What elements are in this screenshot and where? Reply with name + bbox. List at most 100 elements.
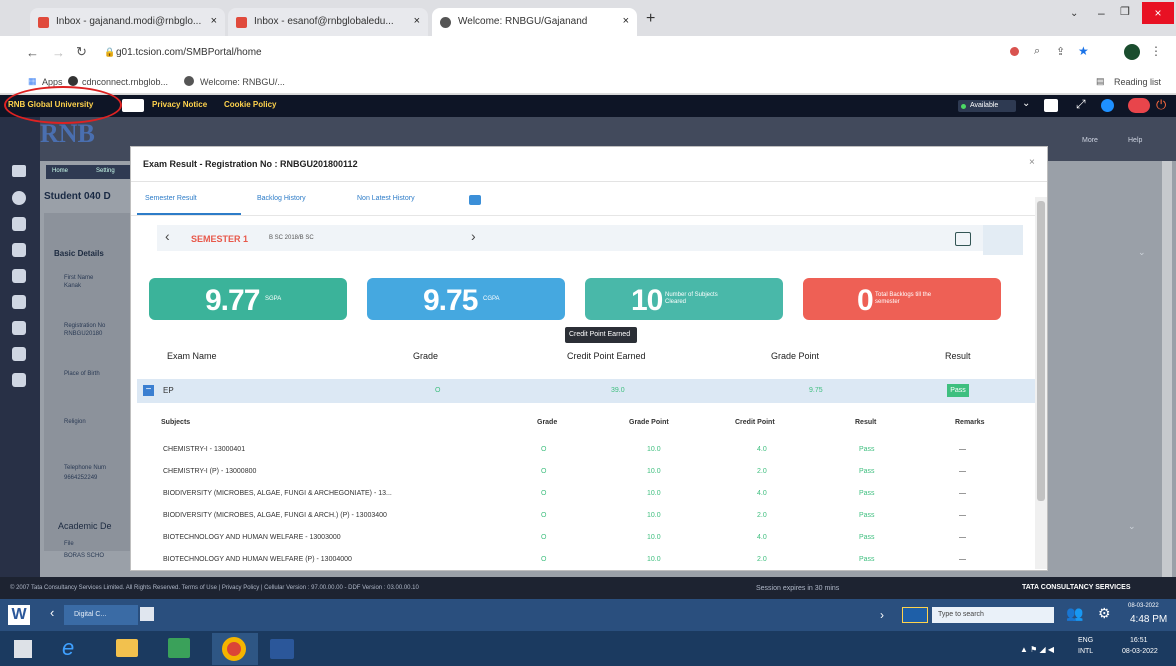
chrome-icon[interactable] (222, 637, 246, 661)
page-scrollbar[interactable] (1162, 161, 1172, 577)
help-menu[interactable]: Help (1128, 137, 1142, 144)
browser-tab[interactable]: Inbox - esanof@rnbglobaledu... × (228, 8, 428, 36)
table-row: BIOTECHNOLOGY AND HUMAN WELFARE - 130030… (131, 527, 1035, 549)
close-window-button[interactable]: × (1142, 2, 1174, 24)
people-icon[interactable]: 👥 (1066, 605, 1083, 622)
user-card-icon[interactable] (122, 99, 144, 112)
col-exam-name[interactable]: Exam Name (167, 351, 217, 361)
privacy-link[interactable]: Privacy Notice (152, 100, 207, 109)
subject-name: BIODIVERSITY (MICROBES, ALGAE, FUNGI & A… (163, 512, 387, 519)
share-icon[interactable]: ⇪ (1056, 45, 1065, 58)
restore-button[interactable]: ❐ (1120, 5, 1130, 18)
col-grade[interactable]: Grade (413, 351, 438, 361)
breadcrumb-home[interactable]: Home (52, 168, 68, 174)
scrollbar-thumb[interactable] (1037, 201, 1045, 501)
back-icon[interactable]: ← (26, 45, 39, 60)
close-icon[interactable]: × (1029, 157, 1035, 168)
settings-icon[interactable]: ⚙ (1098, 605, 1111, 622)
app-icon[interactable] (140, 607, 154, 621)
print-icon[interactable] (955, 232, 971, 246)
word-icon[interactable] (270, 639, 294, 659)
new-tab-button[interactable]: + (646, 10, 655, 28)
ie-icon[interactable]: e (62, 635, 74, 661)
subject-remarks: — (959, 534, 966, 541)
extension-icon[interactable] (1010, 47, 1019, 56)
chart-icon[interactable] (12, 269, 26, 283)
browser-tab[interactable]: Inbox - gajanand.modi@rnbglo... × (30, 8, 225, 36)
exam-row[interactable]: − EP O 39.0 9.75 Pass (137, 379, 1035, 403)
tab-backlog-history[interactable]: Backlog History (257, 195, 306, 202)
modal-scrollbar[interactable] (1035, 197, 1047, 569)
bookmark-link[interactable]: cdnconnect.rnbglob... (82, 77, 168, 87)
reload-icon[interactable]: ↻ (76, 44, 87, 60)
subject-credit-point: 4.0 (757, 446, 767, 453)
lang-label[interactable]: ENG (1078, 637, 1093, 644)
settings-icon[interactable] (12, 373, 26, 387)
kebab-menu-icon[interactable]: ⋮ (1150, 44, 1162, 58)
subject-result: Pass (859, 556, 875, 563)
bookmark-star-icon[interactable]: ★ (1078, 44, 1089, 58)
edit-icon[interactable] (469, 195, 481, 205)
tray-icons[interactable]: ▲ ⚑ ◢ ◀ (1020, 645, 1054, 654)
reading-list-link[interactable]: Reading list (1114, 77, 1161, 87)
url-text[interactable]: g01.tcsion.com/SMBPortal/home (116, 47, 262, 58)
chevron-down-icon[interactable]: ⌄ (1138, 247, 1146, 258)
home-icon[interactable] (12, 165, 26, 177)
next-semester-icon[interactable]: › (471, 228, 476, 244)
profile-avatar[interactable] (1124, 44, 1140, 60)
bookmark-link[interactable]: Welcome: RNBGU/... (200, 77, 285, 87)
help-icon[interactable] (1101, 99, 1114, 112)
user-icon[interactable] (12, 191, 26, 205)
next-icon[interactable]: › (880, 608, 884, 622)
sgpa-card: 9.77 SGPA (149, 278, 347, 320)
taskbar-time: 4:48 PM (1130, 614, 1168, 625)
lang-label-2[interactable]: INTL (1078, 648, 1093, 655)
more-menu[interactable]: More (1082, 137, 1098, 144)
app-header-bar: RNB Global University Privacy Notice Coo… (0, 95, 1176, 117)
chart-icon[interactable] (12, 321, 26, 335)
notifications-icon[interactable] (1128, 98, 1150, 113)
folder-icon[interactable] (116, 639, 138, 657)
collapse-icon[interactable]: − (143, 385, 154, 396)
taskbar-search-input[interactable]: Type to search (932, 607, 1054, 623)
power-icon[interactable]: ⏻ (1156, 97, 1166, 113)
close-icon[interactable]: × (414, 15, 420, 27)
subject-remarks: — (959, 556, 966, 563)
col-result[interactable]: Result (945, 351, 971, 361)
windows-start-icon[interactable] (14, 640, 32, 658)
tab-non-latest-history[interactable]: Non Latest History (357, 195, 415, 202)
status-dot-icon (961, 104, 966, 109)
prev-semester-icon[interactable]: ‹ (165, 228, 170, 244)
cortana-icon[interactable] (902, 607, 928, 623)
col-credit-point-earned[interactable]: Credit Point Earned (567, 351, 646, 361)
chevron-down-icon[interactable]: ⌄ (1022, 98, 1030, 109)
field-label: Religion (64, 419, 86, 425)
link-icon[interactable]: ⤢ (1076, 97, 1086, 112)
clock-time: 16:51 (1130, 637, 1148, 644)
chart-icon[interactable] (12, 295, 26, 309)
window-title: Digital C... (74, 611, 107, 618)
zoom-icon[interactable]: ⌕ (1034, 45, 1040, 58)
word-icon[interactable]: W (8, 605, 30, 625)
breadcrumb-setting[interactable]: Setting (96, 168, 115, 174)
calendar-icon[interactable] (1044, 99, 1058, 112)
close-icon[interactable]: × (211, 15, 217, 27)
close-icon[interactable]: × (623, 15, 629, 27)
app-footer: © 2007 Tata Consultancy Services Limited… (0, 577, 1176, 599)
people-icon[interactable] (12, 217, 26, 231)
chevron-down-icon[interactable]: ⌄ (1128, 521, 1136, 532)
chevron-down-icon[interactable]: ⌄ (1070, 8, 1078, 19)
tab-semester-result[interactable]: Semester Result (145, 195, 197, 202)
cookie-link[interactable]: Cookie Policy (224, 100, 276, 109)
col-grade-point[interactable]: Grade Point (771, 351, 819, 361)
taskbar-window[interactable]: Digital C... (64, 605, 138, 625)
prev-icon[interactable]: ‹ (50, 605, 54, 620)
group-icon[interactable] (12, 243, 26, 257)
browser-tab-active[interactable]: Welcome: RNBGU/Gajanand × (432, 8, 637, 36)
app-icon[interactable] (168, 638, 190, 658)
forward-icon[interactable]: → (52, 45, 65, 60)
org-icon[interactable] (12, 347, 26, 361)
availability-select[interactable]: Available (958, 100, 1016, 112)
minimize-button[interactable]: – (1098, 6, 1105, 20)
pdf-download-icon[interactable] (983, 225, 1023, 255)
